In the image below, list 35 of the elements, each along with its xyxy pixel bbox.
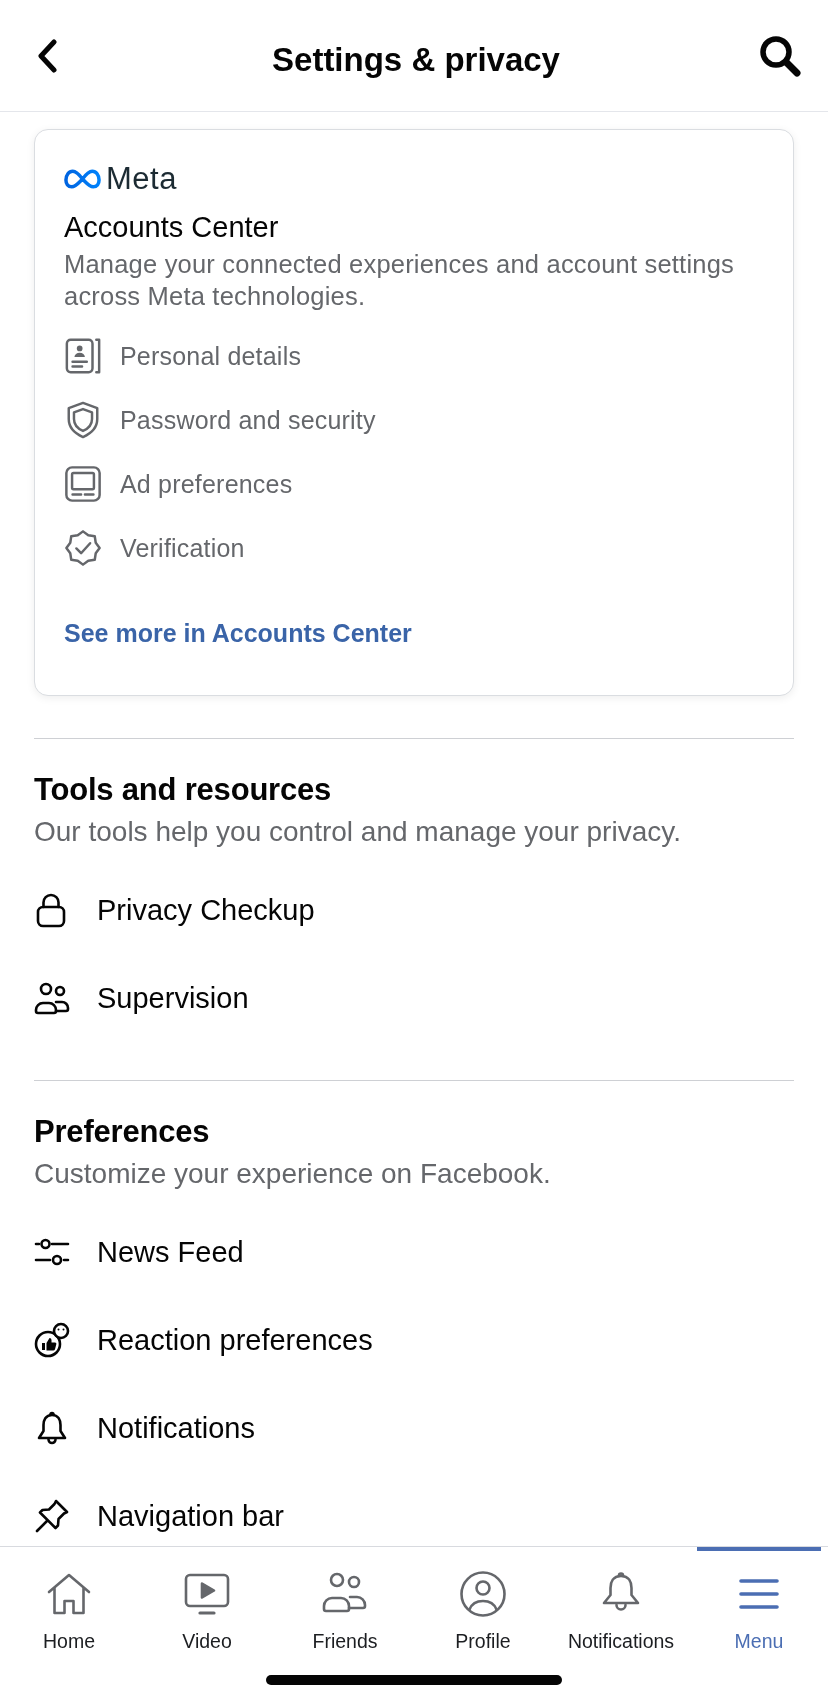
card-title: Accounts Center [64, 210, 280, 245]
reaction-icon [34, 1322, 70, 1358]
settings-item[interactable]: Privacy Checkup [34, 882, 315, 938]
settings-item[interactable]: Reaction preferences [34, 1312, 373, 1368]
people-icon [34, 980, 70, 1016]
verified-badge-icon [64, 529, 102, 567]
nav-tab[interactable]: Video [145, 1547, 269, 1653]
settings-item[interactable]: Navigation bar [34, 1488, 284, 1544]
nav-tab[interactable]: Menu [697, 1547, 821, 1653]
accounts-center-item[interactable]: Ad preferences [64, 462, 293, 506]
accounts-center-item[interactable]: Verification [64, 526, 245, 570]
search-icon [758, 33, 802, 78]
monitor-icon [64, 465, 102, 503]
accounts-center-item[interactable]: Password and security [64, 398, 376, 442]
nav-tab[interactable]: Notifications [559, 1547, 683, 1653]
settings-item[interactable]: Notifications [34, 1400, 255, 1456]
id-card-icon [64, 337, 102, 375]
settings-item[interactable]: Supervision [34, 970, 249, 1026]
infinity-logo-icon [64, 169, 101, 189]
section-subtitle: Our tools help you control and manage your privacy. [34, 815, 682, 849]
nav-tab[interactable]: Home [7, 1547, 131, 1653]
accounts-center-item[interactable]: Personal details [64, 334, 302, 378]
settings-item[interactable]: News Feed [34, 1224, 244, 1280]
profile-icon [459, 1570, 507, 1618]
section-subtitle: Customize your experience on Facebook. [34, 1157, 552, 1191]
accounts-center-link[interactable]: See more in Accounts Center [64, 616, 412, 650]
page-title: Settings & privacy [271, 39, 561, 80]
nav-tab[interactable]: Profile [421, 1547, 545, 1653]
section-heading: Tools and resources [34, 771, 333, 809]
brand-wordmark: Meta [106, 161, 177, 197]
pushpin-icon [34, 1498, 70, 1534]
nav-tab[interactable]: Friends [283, 1547, 407, 1653]
back-icon [36, 38, 58, 73]
card-description: Manage your connected experiences and account settings across Meta technologies. [64, 249, 735, 312]
section-heading: Preferences [34, 1113, 211, 1151]
